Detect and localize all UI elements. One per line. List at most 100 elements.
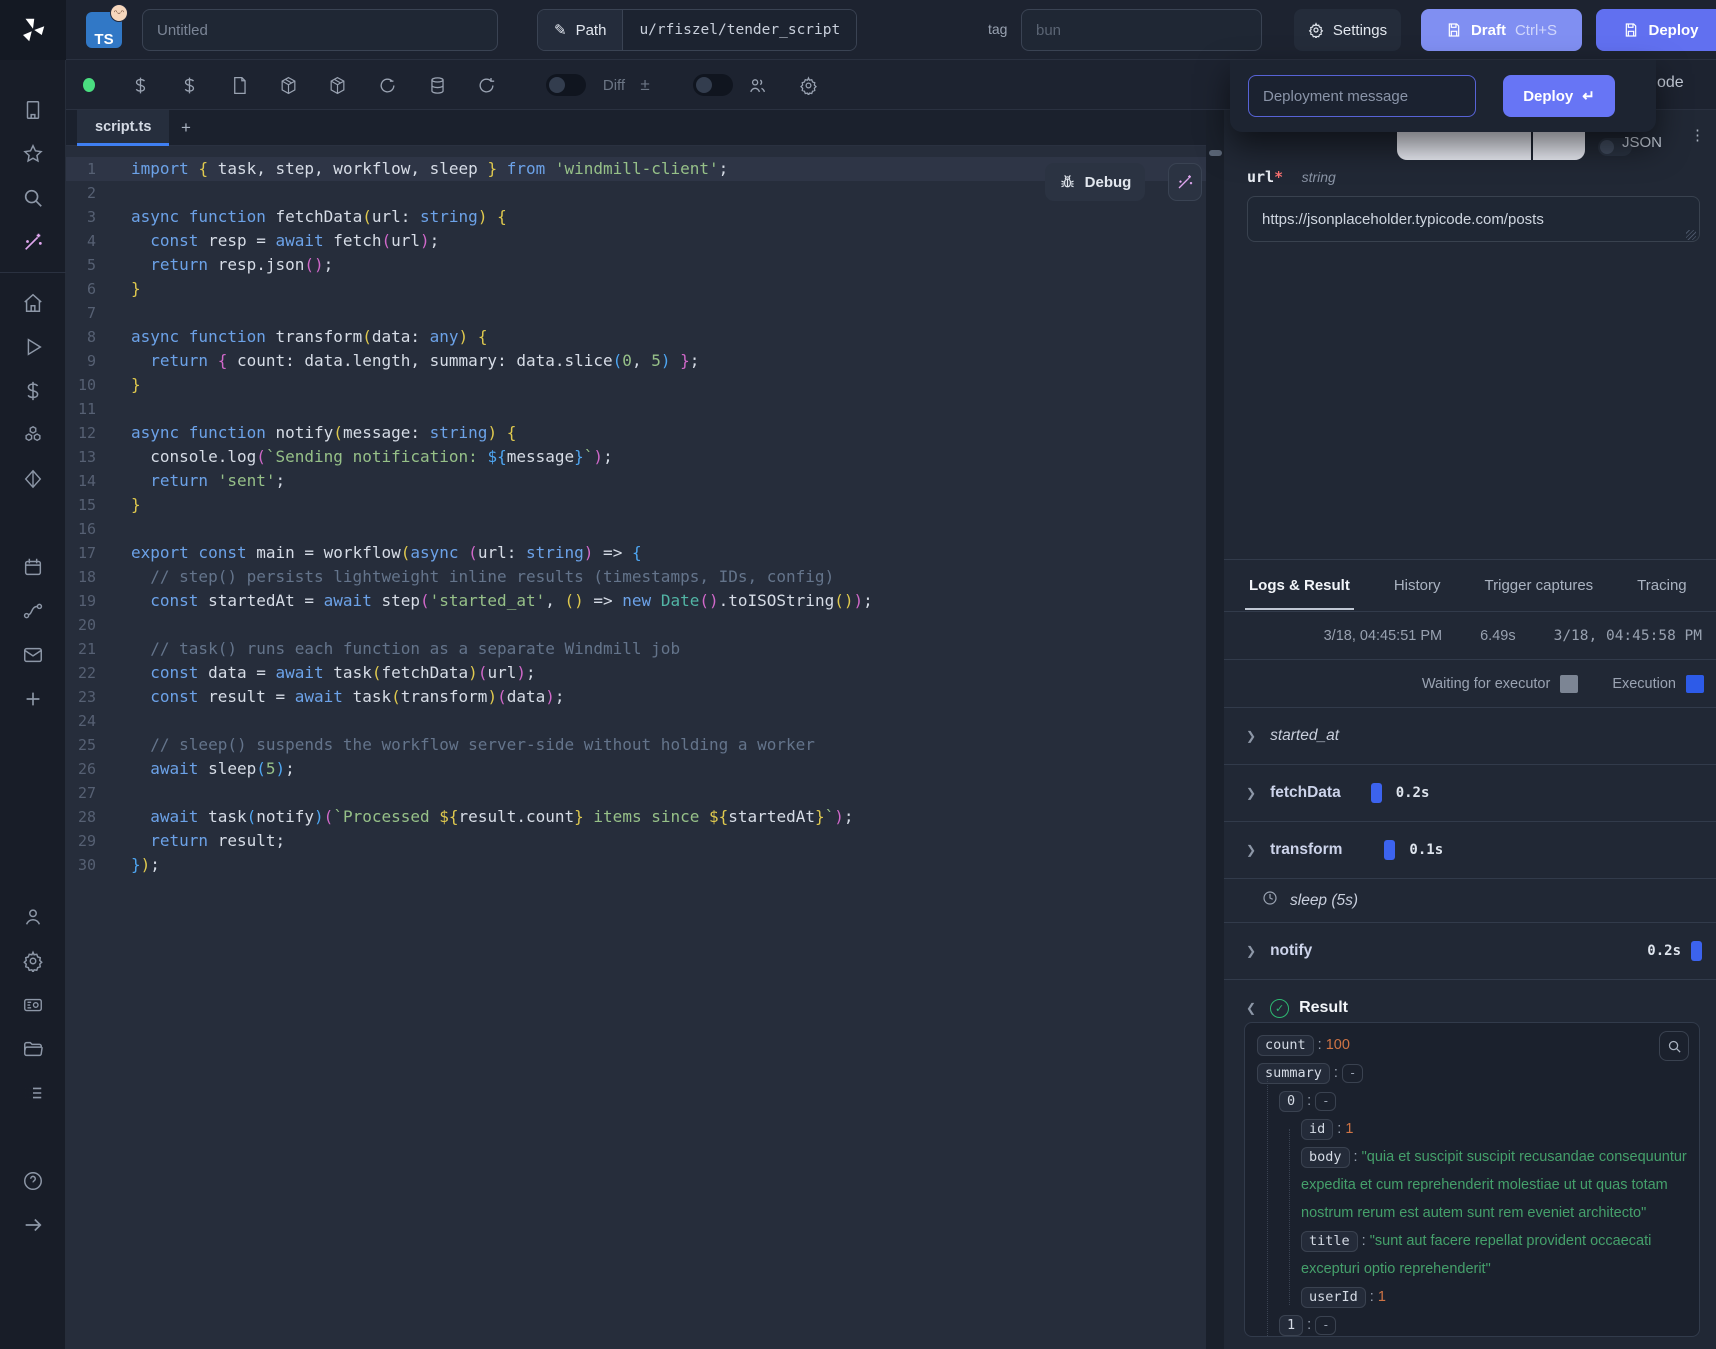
textarea-resize-handle[interactable] xyxy=(1686,230,1696,240)
path-edit[interactable]: ✎ Path xyxy=(538,10,622,50)
code-line[interactable]: 18 // step() persists lightweight inline… xyxy=(66,565,1206,589)
editor-settings-gear-icon[interactable] xyxy=(792,60,824,110)
code-line[interactable]: 29 return result; xyxy=(66,829,1206,853)
code-line[interactable]: 24 xyxy=(66,709,1206,733)
diff-toggle[interactable] xyxy=(544,60,588,110)
collapsed-value-indicator[interactable]: - xyxy=(1315,1092,1336,1111)
code-line[interactable]: 19 const startedAt = await step('started… xyxy=(66,589,1206,613)
variables-dollar-icon[interactable] xyxy=(0,369,66,413)
code-line[interactable]: 10} xyxy=(66,373,1206,397)
popup-deploy-button[interactable]: Deploy ↵ xyxy=(1503,75,1615,117)
tab-history[interactable]: History xyxy=(1394,577,1441,594)
assets-diamond-icon[interactable] xyxy=(0,457,66,501)
code-line[interactable]: 27 xyxy=(66,781,1206,805)
code-line[interactable]: 8async function transform(data: any) { xyxy=(66,325,1206,349)
code-line[interactable]: 2 xyxy=(66,181,1206,205)
code-line[interactable]: 26 await sleep(5); xyxy=(66,757,1206,781)
search-icon[interactable] xyxy=(0,176,66,220)
collapse-sidebar-arrow-icon[interactable] xyxy=(0,1203,66,1247)
collapsed-value-indicator[interactable]: - xyxy=(1342,1064,1363,1083)
path-control[interactable]: ✎ Path u/rfiszel/tender_script xyxy=(537,9,857,51)
script-file-icon[interactable] xyxy=(223,60,255,110)
code-line[interactable]: 30}); xyxy=(66,853,1206,877)
mail-icon[interactable] xyxy=(0,633,66,677)
step-row-fetchdata[interactable]: ❯ fetchData 0.2s xyxy=(1224,764,1716,821)
resources-cubes-icon[interactable] xyxy=(0,413,66,457)
json-key[interactable]: title xyxy=(1301,1231,1358,1252)
kebab-menu-icon[interactable]: ⋮ xyxy=(1690,132,1702,140)
json-row-0[interactable]: 0 : - xyxy=(1257,1087,1687,1115)
audit-logs-icon[interactable] xyxy=(0,1071,66,1115)
tab-trigger-captures[interactable]: Trigger captures xyxy=(1485,577,1594,594)
json-row-summary[interactable]: summary : - xyxy=(1257,1059,1687,1087)
code-line[interactable]: 1import { task, step, workflow, sleep } … xyxy=(66,157,1206,181)
home-icon[interactable] xyxy=(0,281,66,325)
workspace-icon[interactable] xyxy=(0,88,66,132)
json-row-body[interactable]: body : "quia et suscipit suscipit recusa… xyxy=(1257,1143,1687,1227)
deployment-message-input[interactable] xyxy=(1248,75,1476,117)
windmill-logo[interactable] xyxy=(0,0,66,60)
collab-toggle[interactable] xyxy=(691,60,735,110)
code-line[interactable]: 15} xyxy=(66,493,1206,517)
code-line[interactable]: 9 return { count: data.length, summary: … xyxy=(66,349,1206,373)
code-line[interactable]: 25 // sleep() suspends the workflow serv… xyxy=(66,733,1206,757)
code-line[interactable]: 13 console.log(`Sending notification: ${… xyxy=(66,445,1206,469)
step-row-transform[interactable]: ❯ transform 0.1s xyxy=(1224,821,1716,878)
code-line[interactable]: 3async function fetchData(url: string) { xyxy=(66,205,1206,229)
tab-logs-result[interactable]: Logs & Result xyxy=(1249,577,1350,594)
deploy-button[interactable]: Deploy xyxy=(1596,9,1716,51)
url-argument-input[interactable] xyxy=(1247,196,1700,242)
favorites-star-icon[interactable] xyxy=(0,132,66,176)
json-row-count[interactable]: count : 100 xyxy=(1257,1031,1687,1059)
package-lock-icon[interactable] xyxy=(321,60,353,110)
result-json-viewer[interactable]: count : 100summary : -0 : -id : 1body : … xyxy=(1244,1022,1700,1337)
json-row-title[interactable]: title : "sunt aut facere repellat provid… xyxy=(1257,1227,1687,1283)
code-line[interactable]: 4 const resp = await fetch(url); xyxy=(66,229,1206,253)
refresh-icon[interactable] xyxy=(470,60,502,110)
run-loop-icon[interactable] xyxy=(371,60,403,110)
code-line[interactable]: 11 xyxy=(66,397,1206,421)
settings-gear-icon[interactable] xyxy=(0,939,66,983)
code-line[interactable]: 14 return 'sent'; xyxy=(66,469,1206,493)
json-row-1[interactable]: 1 : - xyxy=(1257,1311,1687,1337)
json-key[interactable]: 0 xyxy=(1279,1091,1303,1112)
package-icon[interactable] xyxy=(272,60,304,110)
tab-script-ts[interactable]: script.ts xyxy=(77,110,169,146)
json-key[interactable]: 1 xyxy=(1279,1315,1303,1336)
ai-assistant-wand-button[interactable] xyxy=(1168,163,1202,201)
settings-button[interactable]: Settings xyxy=(1294,9,1401,51)
code-editor[interactable]: 1import { task, step, workflow, sleep } … xyxy=(66,146,1206,1349)
code-line[interactable]: 22 const data = await task(fetchData)(ur… xyxy=(66,661,1206,685)
editor-scrollbar-thumb[interactable] xyxy=(1209,150,1222,156)
add-tab-button[interactable]: + xyxy=(170,110,202,146)
json-row-id[interactable]: id : 1 xyxy=(1257,1115,1687,1143)
step-row-notify[interactable]: ❯ notify 0.2s xyxy=(1224,922,1716,979)
code-line[interactable]: 6} xyxy=(66,277,1206,301)
add-plus-icon[interactable] xyxy=(0,677,66,721)
json-key[interactable]: count xyxy=(1257,1035,1314,1056)
json-row-userId[interactable]: userId : 1 xyxy=(1257,1283,1687,1311)
json-key[interactable]: id xyxy=(1301,1119,1333,1140)
debug-button[interactable]: Debug xyxy=(1045,163,1145,201)
panel-resize-handle[interactable] xyxy=(1206,110,1224,1349)
resource-picker-icon[interactable] xyxy=(173,60,205,110)
ai-wand-icon[interactable] xyxy=(0,220,66,264)
tab-tracing[interactable]: Tracing xyxy=(1637,577,1686,594)
step-row-started-at[interactable]: ❯ started_at xyxy=(1224,707,1716,764)
variable-picker-icon[interactable] xyxy=(124,60,156,110)
collapsed-value-indicator[interactable]: - xyxy=(1315,1316,1336,1335)
draft-button[interactable]: Draft Ctrl+S xyxy=(1421,9,1582,51)
code-line[interactable]: 7 xyxy=(66,301,1206,325)
help-icon[interactable] xyxy=(0,1159,66,1203)
code-line[interactable]: 17export const main = workflow(async (ur… xyxy=(66,541,1206,565)
user-icon[interactable] xyxy=(0,895,66,939)
search-result-icon[interactable] xyxy=(1659,1031,1689,1061)
code-line[interactable]: 21 // task() runs each function as a sep… xyxy=(66,637,1206,661)
code-line[interactable]: 16 xyxy=(66,517,1206,541)
database-icon[interactable] xyxy=(421,60,453,110)
code-line[interactable]: 5 return resp.json(); xyxy=(66,253,1206,277)
json-key[interactable]: body xyxy=(1301,1147,1350,1168)
flows-icon[interactable] xyxy=(0,589,66,633)
code-line[interactable]: 23 const result = await task(transform)(… xyxy=(66,685,1206,709)
code-line[interactable]: 28 await task(notify)(`Processed ${resul… xyxy=(66,805,1206,829)
